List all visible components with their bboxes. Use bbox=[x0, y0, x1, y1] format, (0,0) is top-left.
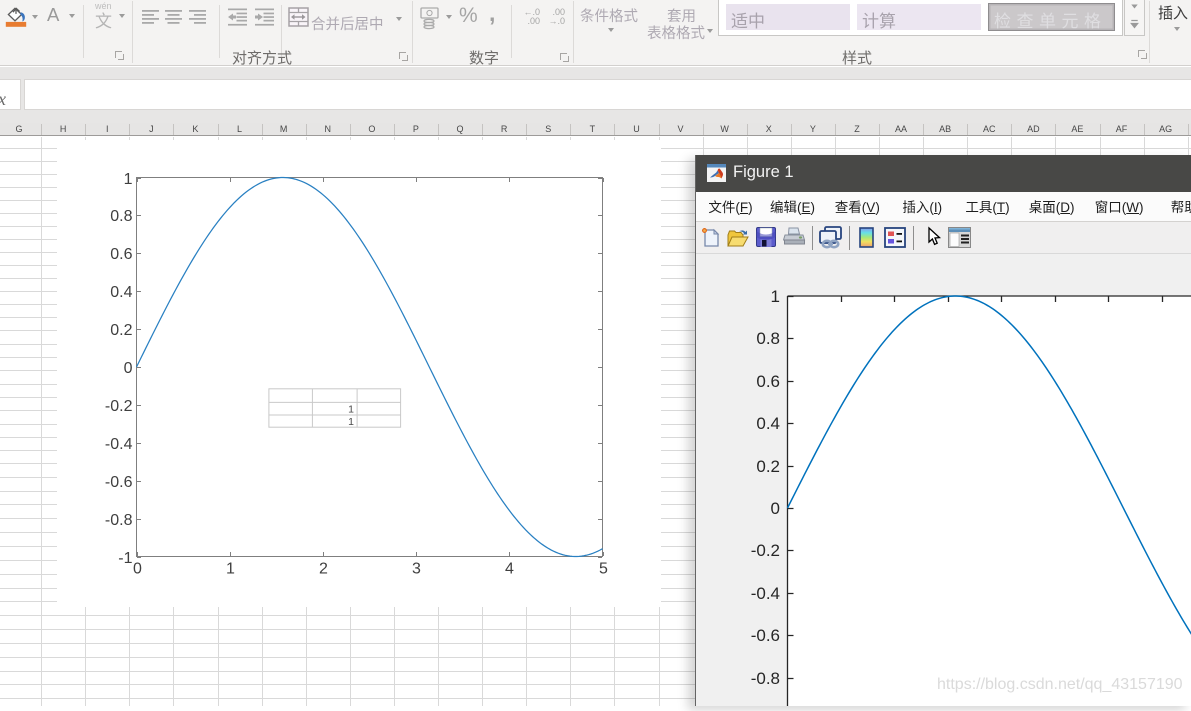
svg-text:0: 0 bbox=[133, 561, 142, 578]
svg-text:0.8: 0.8 bbox=[110, 208, 132, 225]
svg-text:-0.4: -0.4 bbox=[105, 436, 133, 453]
svg-text:-1: -1 bbox=[118, 550, 132, 567]
svg-text:1: 1 bbox=[348, 404, 354, 416]
svg-text:-0.8: -0.8 bbox=[105, 512, 133, 529]
svg-text:0.2: 0.2 bbox=[110, 322, 132, 339]
svg-text:-0.6: -0.6 bbox=[105, 474, 133, 491]
svg-text:0.6: 0.6 bbox=[110, 246, 132, 263]
svg-text:1: 1 bbox=[124, 171, 133, 188]
svg-text:-0.2: -0.2 bbox=[105, 398, 133, 415]
svg-text:1: 1 bbox=[348, 416, 354, 428]
svg-text:2: 2 bbox=[319, 561, 328, 578]
svg-text:0: 0 bbox=[124, 360, 133, 377]
svg-text:3: 3 bbox=[412, 561, 421, 578]
svg-text:1: 1 bbox=[226, 561, 235, 578]
svg-text:4: 4 bbox=[505, 561, 514, 578]
svg-text:5: 5 bbox=[599, 561, 608, 578]
svg-text:0.4: 0.4 bbox=[110, 284, 132, 301]
